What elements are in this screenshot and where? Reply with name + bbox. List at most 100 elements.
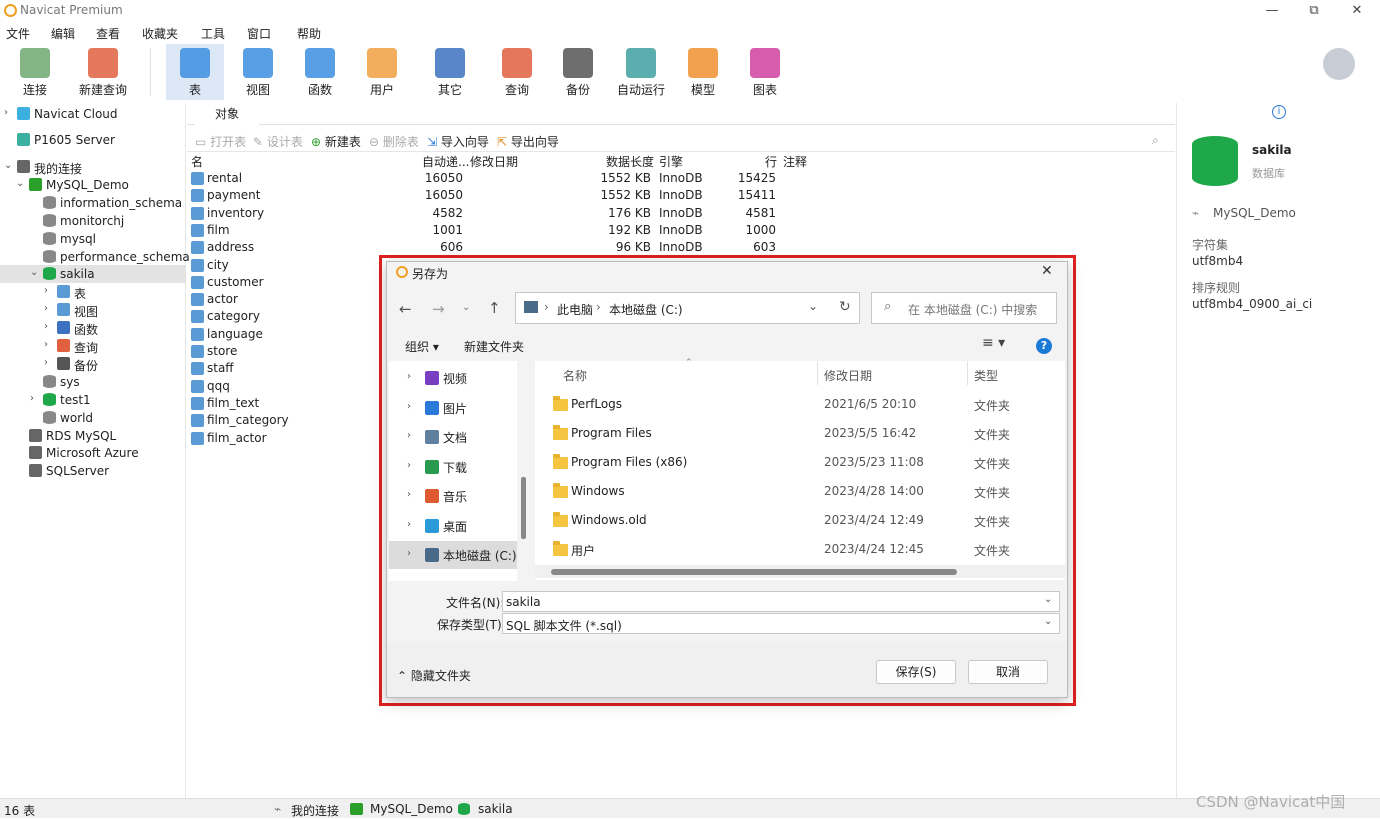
export-wizard-button[interactable]: ⇱ 导出向导 — [497, 133, 559, 150]
chevron-right-icon[interactable]: › — [407, 548, 411, 559]
nav-item[interactable]: › 视频 — [389, 364, 517, 392]
menu-favorites[interactable]: 收藏夹 — [142, 25, 178, 42]
chevron-right-icon[interactable]: › — [44, 357, 54, 368]
horizontal-scrollbar[interactable] — [535, 565, 1065, 578]
column-header-auto-increment[interactable]: 自动递... — [422, 153, 469, 170]
nav-item[interactable]: › 图片 — [389, 394, 517, 422]
search-icon[interactable]: ⌕ — [1152, 133, 1159, 148]
new-table-button[interactable]: ⊕ 新建表 — [311, 133, 361, 150]
file-row[interactable]: PerfLogs 2021/6/5 20:10 文件夹 — [535, 393, 1065, 417]
menu-view[interactable]: 查看 — [96, 25, 120, 42]
design-table-button[interactable]: ✎ 设计表 — [253, 133, 303, 150]
table-row[interactable]: payment 16050 1552 KB InnoDB 15411 — [187, 187, 1175, 204]
minimize-button[interactable]: — — [1262, 2, 1282, 20]
breadcrumb-this-pc[interactable]: 此电脑 — [557, 301, 593, 318]
menu-edit[interactable]: 编辑 — [51, 25, 75, 42]
file-row[interactable]: Windows 2023/4/28 14:00 文件夹 — [535, 480, 1065, 504]
filetype-select[interactable]: SQL 脚本文件 (*.sql) ⌄ — [502, 613, 1060, 634]
file-row[interactable]: Program Files (x86) 2023/5/23 11:08 文件夹 — [535, 451, 1065, 475]
chevron-right-icon[interactable]: › — [44, 339, 54, 350]
column-header-comment[interactable]: 注释 — [783, 153, 807, 170]
file-row[interactable]: Windows.old 2023/4/24 12:49 文件夹 — [535, 509, 1065, 533]
new-folder-button[interactable]: 新建文件夹 — [464, 338, 524, 355]
file-row[interactable]: Program Files 2023/5/5 16:42 文件夹 — [535, 422, 1065, 446]
sidebar-item-p1605-server[interactable]: P1605 Server — [0, 131, 186, 149]
chevron-right-icon[interactable]: › — [407, 430, 411, 441]
sidebar-item-mysql[interactable]: mysql — [0, 230, 186, 248]
refresh-icon[interactable]: ↻ — [839, 299, 851, 315]
chevron-down-icon[interactable]: ⌄ — [30, 267, 40, 278]
sidebar-item-sys[interactable]: sys — [0, 373, 186, 391]
search-field[interactable]: ⌕ 在 本地磁盘 (C:) 中搜索 — [871, 292, 1057, 324]
view-options-icon[interactable]: ≡ ▾ — [982, 335, 1005, 351]
menu-tools[interactable]: 工具 — [201, 25, 225, 42]
table-row[interactable]: inventory 4582 176 KB InnoDB 4581 — [187, 205, 1175, 222]
toolbar-automation-button[interactable]: 自动运行 — [612, 44, 670, 100]
toolbar-chart-button[interactable]: 图表 — [736, 44, 794, 100]
sidebar-item-navicat-cloud[interactable]: › Navicat Cloud — [0, 105, 186, 123]
sidebar-item-视图[interactable]: › 视图 — [0, 301, 186, 319]
up-button[interactable]: ↑ — [488, 299, 501, 317]
sidebar-item-monitorchj[interactable]: monitorchj — [0, 212, 186, 230]
chevron-right-icon[interactable]: › — [44, 303, 54, 314]
tab-objects[interactable]: 对象 — [195, 103, 259, 125]
avatar[interactable] — [1323, 48, 1355, 80]
chevron-right-icon[interactable]: › — [44, 321, 54, 332]
sidebar-item-rds-mysql[interactable]: RDS MySQL — [0, 427, 186, 445]
chevron-right-icon[interactable]: › — [44, 285, 54, 296]
recent-locations-button[interactable]: ⌄ — [462, 302, 470, 313]
hide-folders-button[interactable]: ⌃ 隐藏文件夹 — [397, 667, 471, 684]
chevron-down-icon[interactable]: ⌄ — [16, 178, 26, 189]
file-row[interactable]: 用户 2023/4/24 12:45 文件夹 — [535, 538, 1065, 562]
column-header-data-length[interactable]: 数据长度 — [606, 153, 654, 170]
open-table-button[interactable]: ▭ 打开表 — [195, 133, 246, 150]
info-icon[interactable]: i — [1272, 105, 1286, 119]
chevron-right-icon[interactable]: › — [4, 107, 14, 118]
table-row[interactable]: film 1001 192 KB InnoDB 1000 — [187, 222, 1175, 239]
forward-button[interactable]: → — [432, 300, 445, 318]
chevron-right-icon[interactable]: › — [407, 489, 411, 500]
column-header-date[interactable]: 修改日期 — [824, 367, 872, 384]
table-row[interactable]: address 606 96 KB InnoDB 603 — [187, 239, 1175, 256]
chevron-down-icon[interactable]: ⌄ — [1044, 594, 1052, 605]
toolbar-table-button[interactable]: 表 — [166, 44, 224, 100]
toolbar-connect-button[interactable]: 连接 — [6, 44, 64, 100]
nav-item[interactable]: › 桌面 — [389, 512, 517, 540]
delete-table-button[interactable]: ⊖ 删除表 — [369, 133, 419, 150]
toolbar-model-button[interactable]: 模型 — [674, 44, 732, 100]
table-row[interactable]: rental 16050 1552 KB InnoDB 15425 — [187, 170, 1175, 187]
chevron-down-icon[interactable]: ⌄ — [1044, 616, 1052, 627]
sidebar-item-备份[interactable]: › 备份 — [0, 355, 186, 373]
nav-item[interactable]: › 文档 — [389, 423, 517, 451]
menu-file[interactable]: 文件 — [6, 25, 30, 42]
address-dropdown-icon[interactable]: ⌄ — [808, 299, 818, 313]
sidebar-item-查询[interactable]: › 查询 — [0, 337, 186, 355]
sidebar-item-sqlserver[interactable]: SQLServer — [0, 462, 186, 480]
sidebar-item-microsoft-azure[interactable]: Microsoft Azure — [0, 444, 186, 462]
column-header-name[interactable]: 名称 — [563, 367, 587, 384]
sidebar-item-information-schema[interactable]: information_schema — [0, 194, 186, 212]
sidebar-item-sakila[interactable]: ⌄ sakila — [0, 265, 186, 284]
toolbar-view-button[interactable]: 视图 — [229, 44, 287, 100]
breadcrumb-drive[interactable]: 本地磁盘 (C:) — [609, 301, 683, 318]
chevron-right-icon[interactable]: › — [407, 371, 411, 382]
filename-input[interactable]: sakila ⌄ — [502, 591, 1060, 612]
nav-item[interactable]: › 音乐 — [389, 482, 517, 510]
import-wizard-button[interactable]: ⇲ 导入向导 — [427, 133, 489, 150]
help-icon[interactable]: ? — [1036, 338, 1052, 354]
sidebar-item-test1[interactable]: › test1 — [0, 391, 186, 409]
address-bar[interactable]: › 此电脑 › 本地磁盘 (C:) ⌄ ↻ — [515, 292, 860, 324]
nav-item[interactable]: › 本地磁盘 (C:) — [389, 541, 517, 569]
toolbar-query-button[interactable]: 查询 — [488, 44, 546, 100]
toolbar-new-query-button[interactable]: 新建查询 — [74, 44, 132, 100]
close-button[interactable]: ✕ — [1347, 2, 1367, 20]
nav-item[interactable]: › 下载 — [389, 453, 517, 481]
chevron-right-icon[interactable]: › — [30, 393, 40, 404]
sidebar-item-函数[interactable]: › 函数 — [0, 319, 186, 337]
sidebar-item-mysql-demo[interactable]: ⌄ MySQL_Demo — [0, 176, 186, 194]
save-button[interactable]: 保存(S) — [876, 660, 956, 684]
menu-help[interactable]: 帮助 — [297, 25, 321, 42]
dialog-close-button[interactable]: ✕ — [1041, 263, 1053, 279]
nav-scrollbar[interactable] — [521, 477, 526, 539]
menu-window[interactable]: 窗口 — [247, 25, 271, 42]
